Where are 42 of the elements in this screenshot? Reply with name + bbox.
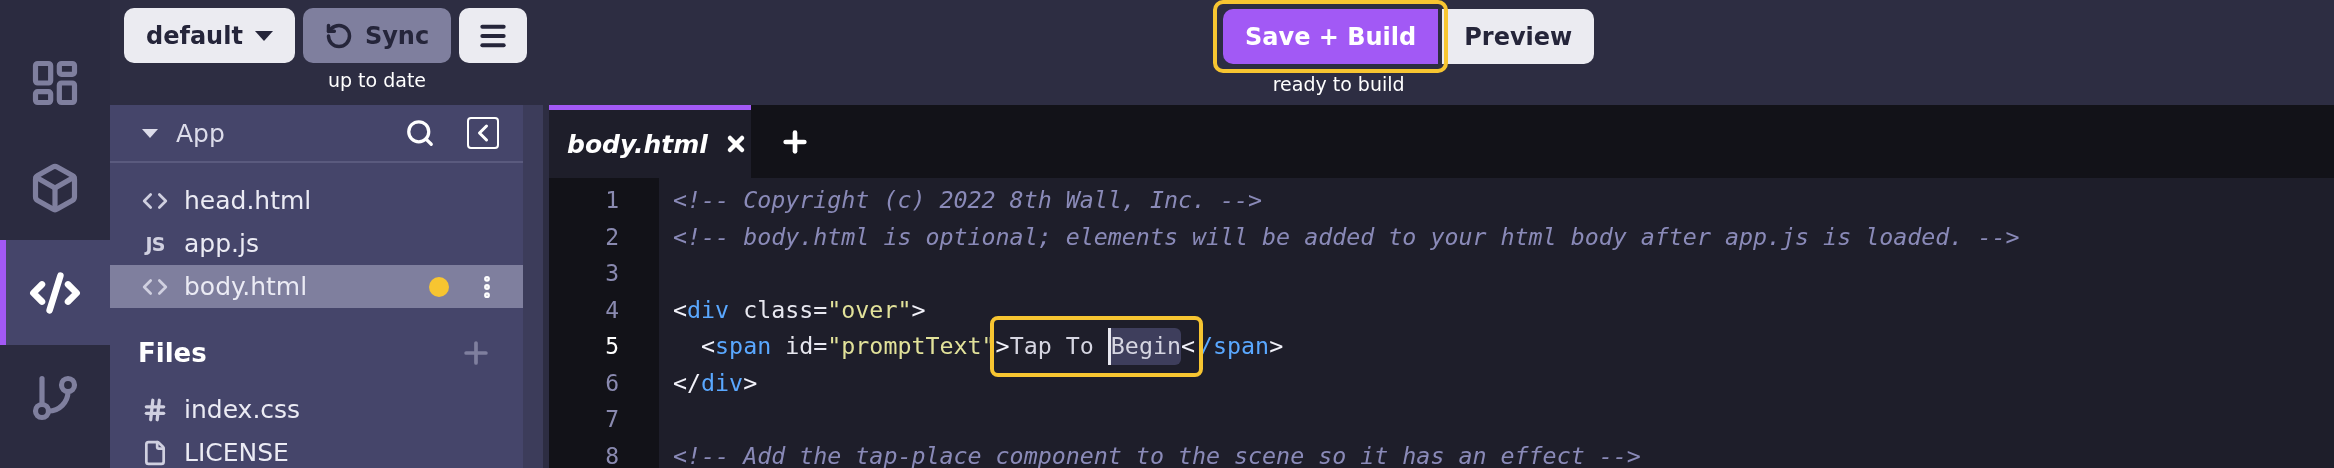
file-name: index.css (184, 395, 302, 424)
preview-button[interactable]: Preview (1442, 9, 1595, 64)
file-item[interactable]: head.html (110, 179, 523, 222)
search-icon[interactable] (405, 118, 435, 148)
sync-status: up to date (327, 69, 427, 91)
hash-icon (142, 396, 168, 423)
project-title: App (176, 118, 226, 148)
sync-button[interactable]: Sync (302, 8, 452, 63)
collapse-icon[interactable] (467, 117, 499, 149)
branch-dropdown[interactable]: default (124, 8, 295, 63)
code-line: <!-- body.html is optional; elements will be added to your html body after app.js is loaded. --> (673, 221, 2021, 252)
file-item[interactable]: LICENSE (110, 431, 523, 468)
code-line: </div> (673, 367, 759, 398)
line-number: 8 (604, 441, 620, 468)
line-number: 6 (604, 368, 620, 398)
file-name: app.js (184, 229, 260, 258)
line-number: 4 (604, 295, 620, 325)
file-icon (142, 439, 168, 466)
code-line: <span id="promptText">Tap To Begin< /span> (673, 328, 2334, 365)
file-item[interactable]: JS app.js (110, 222, 523, 265)
code-line: <!-- Add the tap-place component to the scene so it has an effect --> (673, 440, 1642, 468)
code-line: <!-- Copyright (c) 2022 8th Wall, Inc. --> (673, 185, 1264, 215)
file-name: body.html (184, 272, 309, 301)
file-name: LICENSE (184, 438, 290, 467)
build-status: ready to build (1272, 73, 1405, 95)
file-name: head.html (184, 186, 313, 215)
line-number: 3 (604, 259, 620, 288)
line-number: 5 (604, 332, 620, 361)
menu-button[interactable] (459, 8, 528, 63)
line-number: 1 (604, 186, 620, 215)
editor-tab[interactable]: body.html (549, 105, 751, 178)
line-number: 2 (604, 222, 620, 252)
file-type-label: JS (145, 232, 165, 255)
nav-item[interactable] (0, 240, 110, 345)
section-title: Files (138, 338, 207, 368)
caret-icon (254, 30, 273, 41)
caret-icon[interactable] (142, 128, 158, 138)
save-build-button[interactable]: Save + Build (1223, 9, 1439, 64)
line-number: 7 (604, 405, 620, 434)
sync-icon (324, 21, 353, 50)
code-line: <div class="over"> (673, 294, 927, 325)
file-item[interactable]: index.css (110, 388, 523, 431)
